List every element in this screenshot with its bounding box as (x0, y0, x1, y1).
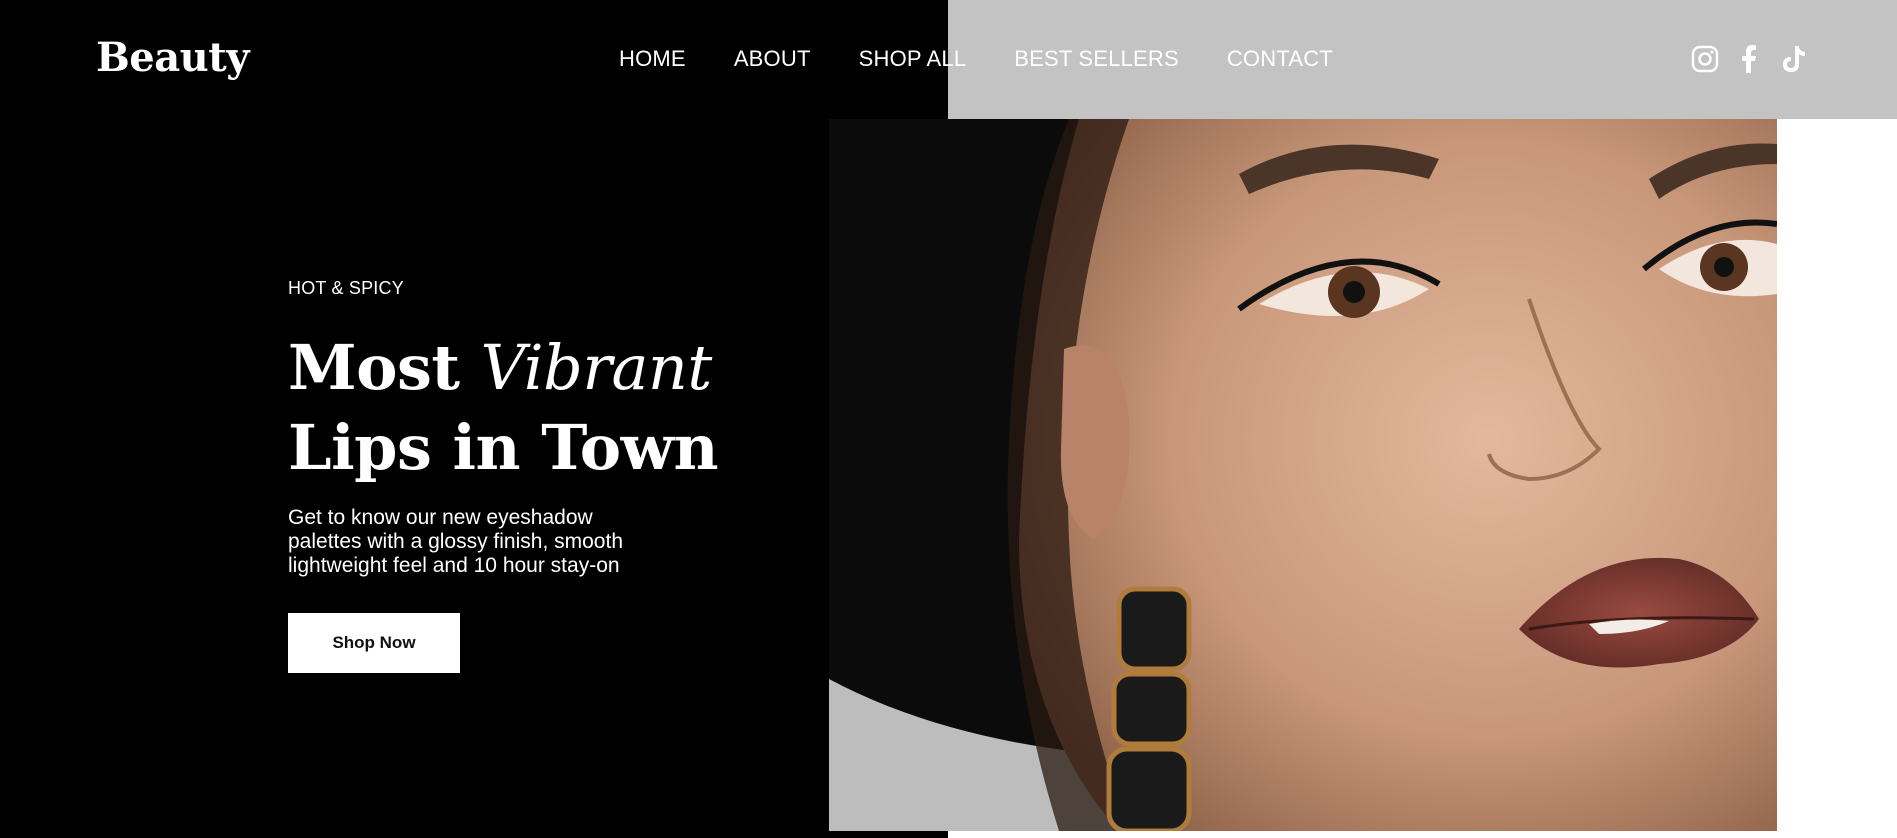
nav-home[interactable]: HOME (619, 44, 686, 74)
hero-description: Get to know our new eyeshadow palettes w… (288, 506, 623, 577)
facebook-icon[interactable] (1734, 44, 1764, 74)
social-links (1690, 44, 1808, 74)
instagram-icon[interactable] (1690, 44, 1720, 74)
nav-contact[interactable]: CONTACT (1227, 44, 1333, 74)
headline-line-2: Lips in Town (288, 411, 719, 484)
hero-headline: Most Vibrant Lips in Town (288, 328, 719, 488)
shop-now-button[interactable]: Shop Now (288, 613, 460, 673)
brand-logo[interactable]: Beauty (96, 34, 249, 81)
nav-best-sellers[interactable]: BEST SELLERS (1014, 44, 1179, 74)
tiktok-icon[interactable] (1778, 44, 1808, 74)
main-nav: HOME ABOUT SHOP ALL BEST SELLERS CONTACT (619, 44, 1333, 74)
headline-part-1: Most (288, 331, 481, 404)
headline-italic: Vibrant (480, 331, 713, 404)
hero-model-photo (829, 119, 1777, 831)
nav-shop-all[interactable]: SHOP ALL (859, 44, 967, 74)
nav-about[interactable]: ABOUT (734, 44, 811, 74)
hero-eyebrow: HOT & SPICY (288, 278, 404, 298)
headline-line-1: Most Vibrant (288, 328, 718, 408)
